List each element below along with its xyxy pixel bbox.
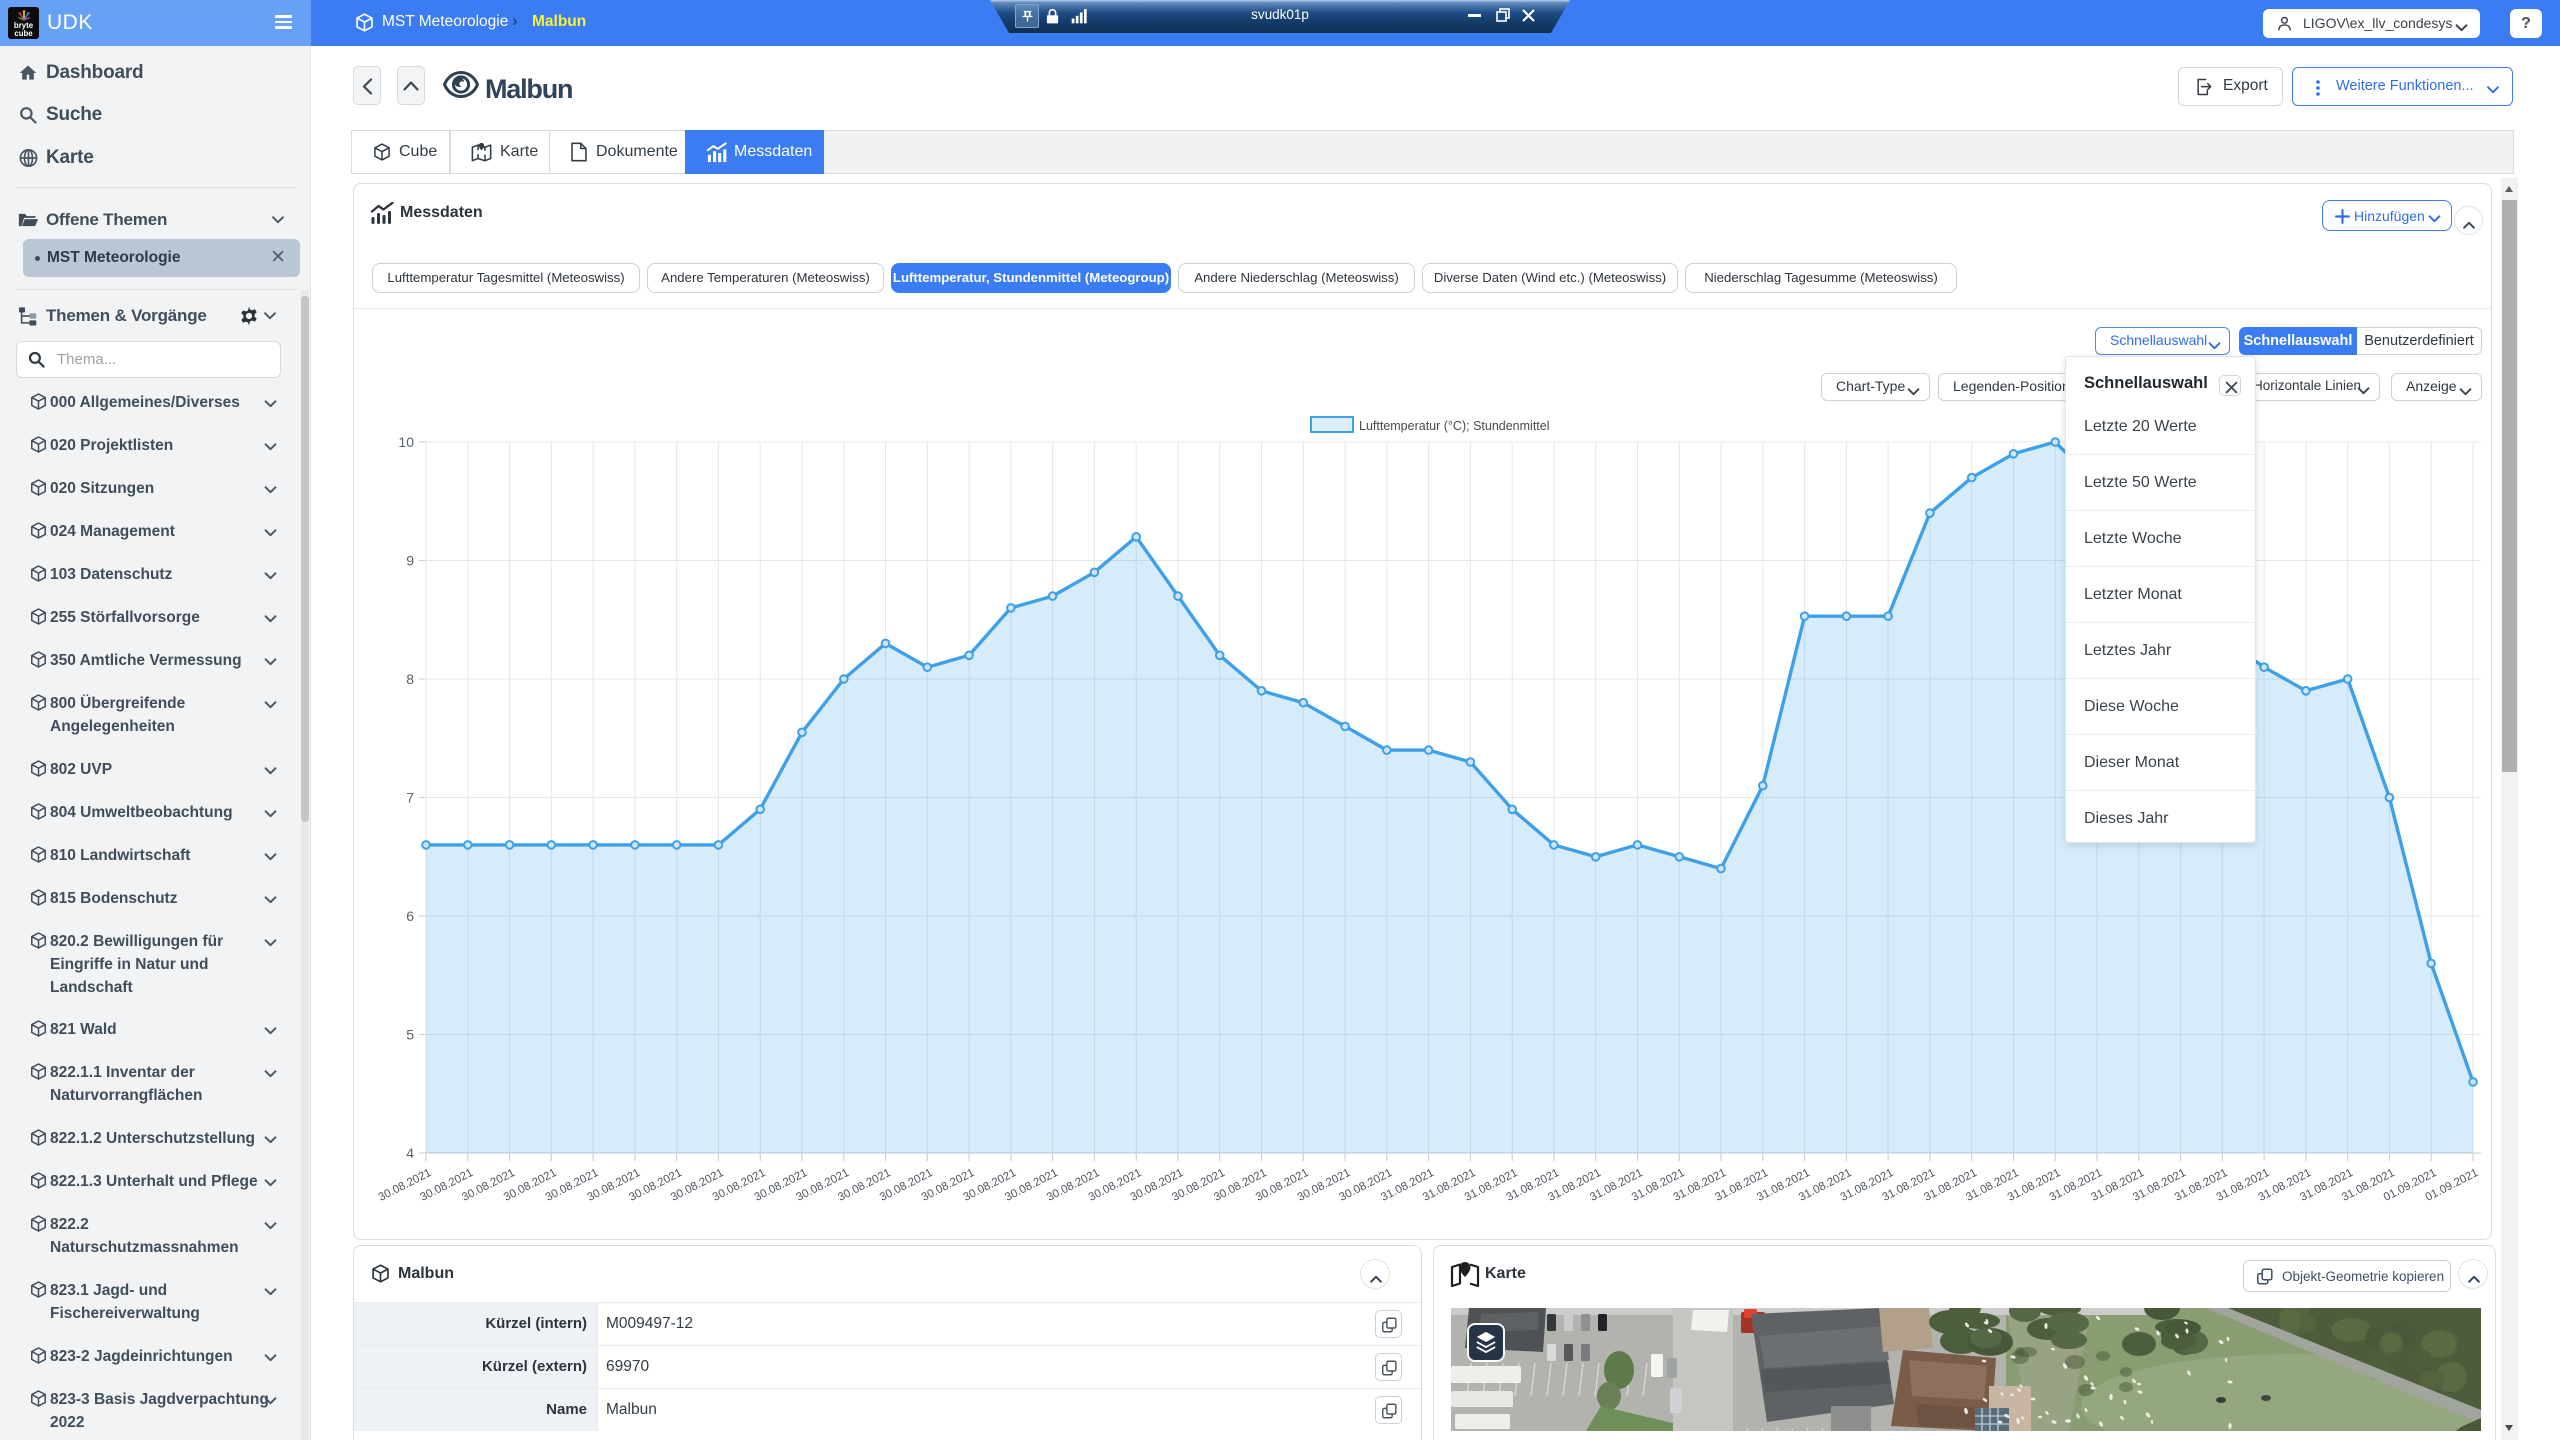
svg-text:10: 10 <box>398 434 414 450</box>
svg-text:4: 4 <box>406 1145 414 1161</box>
svg-text:6: 6 <box>406 908 414 924</box>
svg-text:9: 9 <box>406 553 414 569</box>
svg-text:5: 5 <box>406 1027 414 1043</box>
svg-text:Lufttemperatur (°C); Stundenmi: Lufttemperatur (°C); Stundenmittel <box>1359 419 1550 433</box>
svg-text:7: 7 <box>406 790 414 806</box>
svg-text:8: 8 <box>406 671 414 687</box>
